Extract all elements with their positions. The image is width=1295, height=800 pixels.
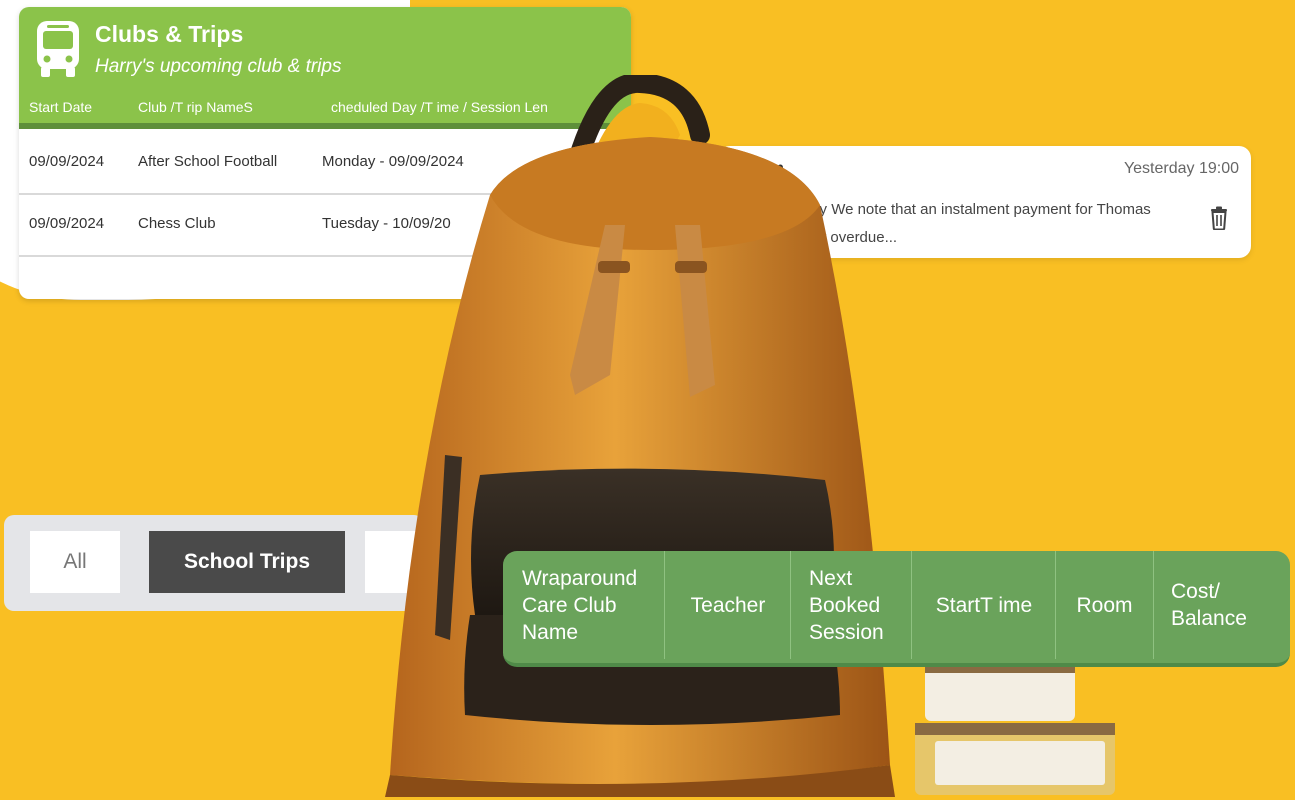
column-next-session[interactable]: Next Booked Session	[791, 551, 912, 659]
column-label: Name	[522, 620, 579, 644]
column-label: Teacher	[690, 593, 766, 617]
column-cost-balance[interactable]: Cost/ Balance	[1154, 551, 1290, 659]
column-label: StartT ime	[935, 593, 1033, 617]
filter-tabs: All School Trips	[4, 515, 425, 611]
column-label: Booked	[809, 593, 881, 617]
row-start-date: 09/09/2024	[29, 153, 105, 170]
clubs-subtitle: Harry's upcoming club & trips	[95, 56, 342, 77]
backpack-illustration	[385, 75, 895, 797]
row-start-date: 09/09/2024	[29, 215, 105, 232]
column-club-trip-name[interactable]: Club /T rip NameS	[138, 99, 253, 115]
clubs-title: Clubs & Trips	[95, 21, 244, 47]
column-start-time[interactable]: StartT ime	[913, 551, 1056, 659]
column-label: Session	[809, 620, 884, 644]
column-start-date[interactable]: Start Date	[29, 99, 92, 115]
column-club-name[interactable]: Wraparound Care Club Name	[503, 551, 665, 659]
column-room[interactable]: Room	[1056, 551, 1154, 659]
column-teacher[interactable]: Teacher	[666, 551, 791, 659]
column-label: Room	[1076, 593, 1133, 617]
books-illustration	[915, 663, 1115, 795]
column-label: Wraparound	[522, 566, 638, 590]
bus-icon	[37, 21, 79, 77]
message-time: Yesterday 19:00	[1123, 160, 1239, 177]
wraparound-header: Wraparound Care Club Name Teacher Next B…	[503, 551, 1290, 667]
column-label: Next	[809, 566, 853, 590]
column-label: Care Club	[522, 593, 617, 617]
tab-all[interactable]: All	[30, 531, 120, 593]
row-club-name: Chess Club	[138, 215, 216, 232]
trash-icon[interactable]	[1209, 206, 1229, 230]
tab-school-trips[interactable]: School Trips	[149, 531, 345, 593]
column-label: Cost/	[1171, 580, 1221, 603]
row-club-name: After School Football	[138, 153, 278, 170]
column-label: Balance	[1171, 607, 1247, 630]
